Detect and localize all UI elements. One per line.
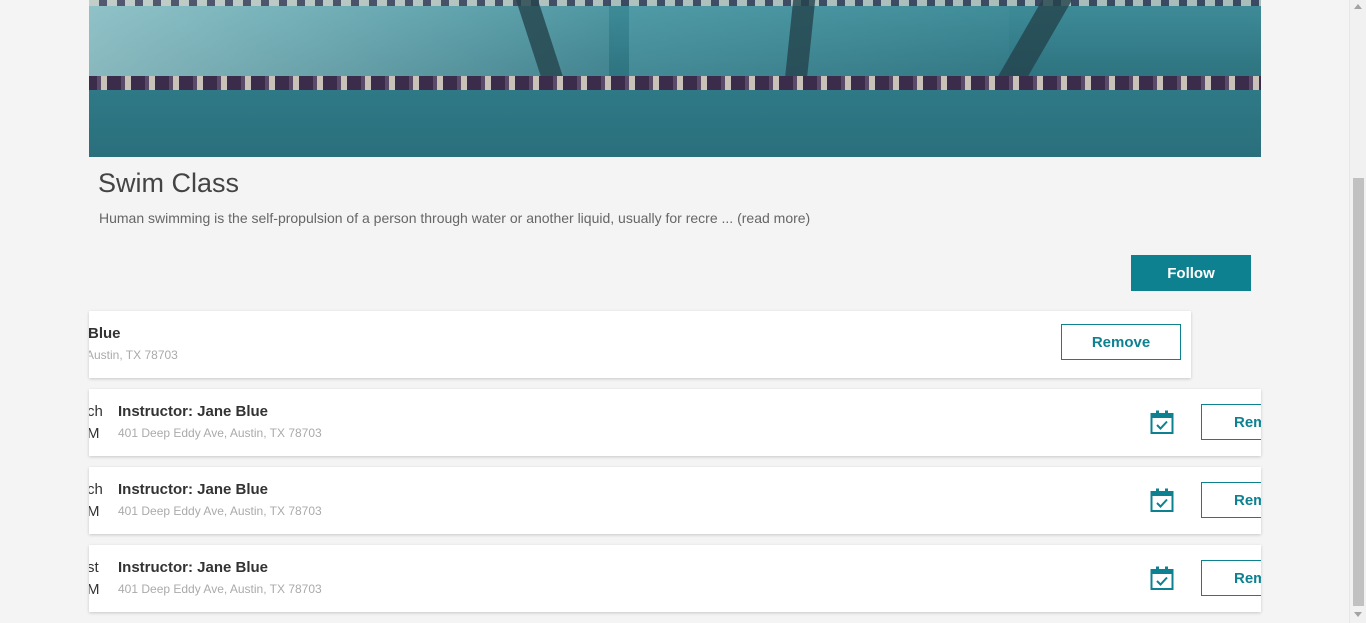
remove-button[interactable]: Remove <box>1061 324 1181 360</box>
remove-button[interactable]: Rem <box>1201 482 1261 518</box>
scroll-up-arrow-icon[interactable] <box>1354 4 1362 9</box>
session-row: ch M Instructor: Jane Blue 401 Deep Eddy… <box>89 467 1261 534</box>
page-title: Swim Class <box>98 168 240 198</box>
hero-pool-image <box>89 0 1261 157</box>
instructor-card: Blue Austin, TX 78703 Remove <box>89 311 1191 378</box>
session-label-top: st <box>89 559 99 576</box>
read-more-link[interactable]: ... (read more) <box>718 210 811 226</box>
session-row: st M Instructor: Jane Blue 401 Deep Eddy… <box>89 545 1261 612</box>
follow-button[interactable]: Follow <box>1131 255 1251 291</box>
session-label-bottom: M <box>89 581 100 598</box>
calendar-check-icon[interactable] <box>1149 565 1175 591</box>
scrollbar-thumb[interactable] <box>1353 178 1364 606</box>
instructor-address: Austin, TX 78703 <box>89 348 178 362</box>
session-address: 401 Deep Eddy Ave, Austin, TX 78703 <box>118 426 322 440</box>
session-row: ch M Instructor: Jane Blue 401 Deep Eddy… <box>89 389 1261 456</box>
session-address: 401 Deep Eddy Ave, Austin, TX 78703 <box>118 504 322 518</box>
remove-button[interactable]: Rem <box>1201 560 1261 596</box>
session-label-bottom: M <box>89 503 100 520</box>
page: Swim Class Human swimming is the self-pr… <box>0 0 1366 623</box>
session-instructor: Instructor: Jane Blue <box>118 481 269 498</box>
session-label-bottom: M <box>89 425 100 442</box>
remove-button[interactable]: Rem <box>1201 404 1261 440</box>
session-instructor: Instructor: Jane Blue <box>118 403 269 420</box>
session-label-top: ch <box>89 403 103 420</box>
calendar-check-icon[interactable] <box>1149 409 1175 435</box>
scroll-down-arrow-icon[interactable] <box>1354 612 1362 617</box>
instructor-name: Blue <box>89 325 121 342</box>
vertical-scrollbar[interactable] <box>1349 0 1366 623</box>
session-instructor: Instructor: Jane Blue <box>118 559 269 576</box>
calendar-check-icon[interactable] <box>1149 487 1175 513</box>
description-text: Human swimming is the self-propulsion of… <box>99 210 718 226</box>
program-description: Human swimming is the self-propulsion of… <box>99 210 810 226</box>
session-address: 401 Deep Eddy Ave, Austin, TX 78703 <box>118 582 322 596</box>
session-label-top: ch <box>89 481 103 498</box>
